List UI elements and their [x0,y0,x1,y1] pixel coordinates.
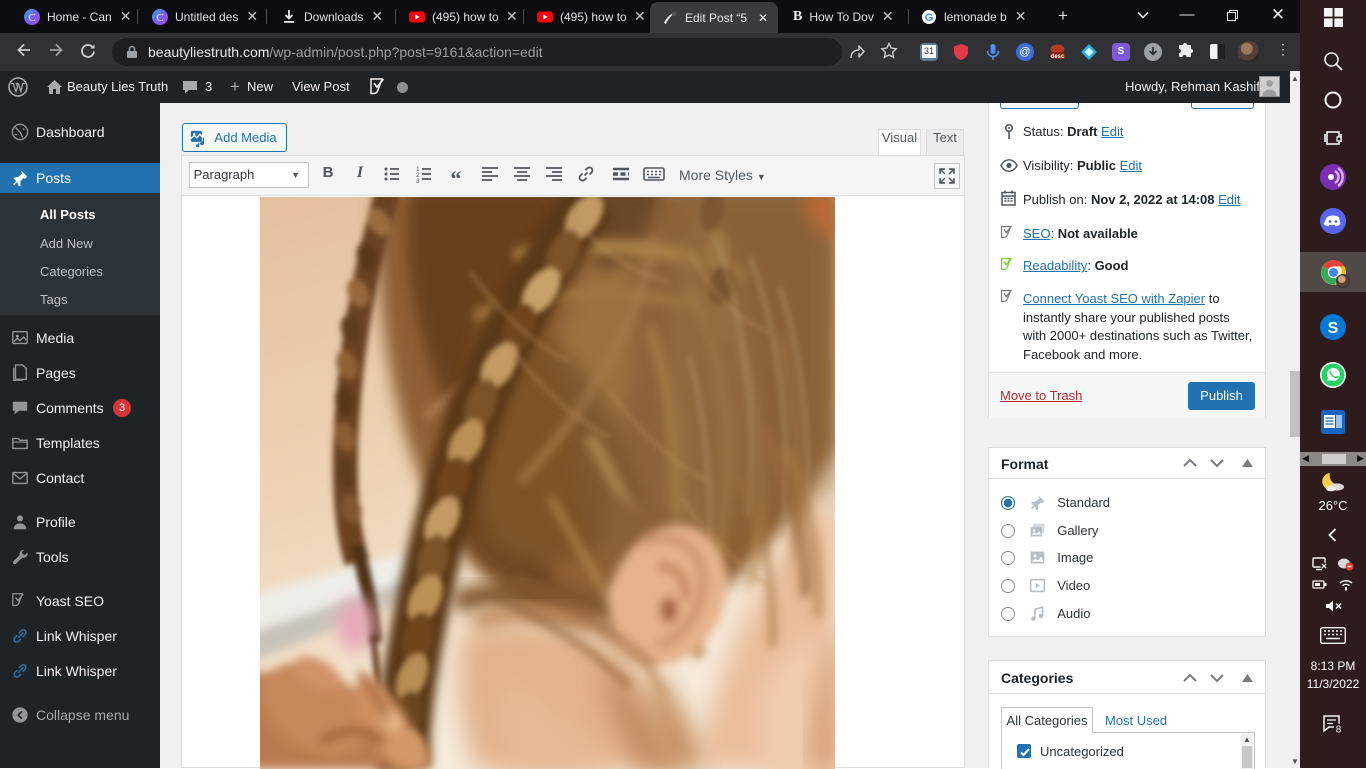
svg-text:C: C [156,12,163,24]
svg-text:S: S [1328,320,1339,337]
svg-text:3: 3 [416,178,420,184]
svg-text:C: C [28,12,35,24]
svg-text:8: 8 [1336,725,1342,735]
svg-text:desc: desc [1051,54,1065,60]
svg-text:G: G [925,12,934,24]
